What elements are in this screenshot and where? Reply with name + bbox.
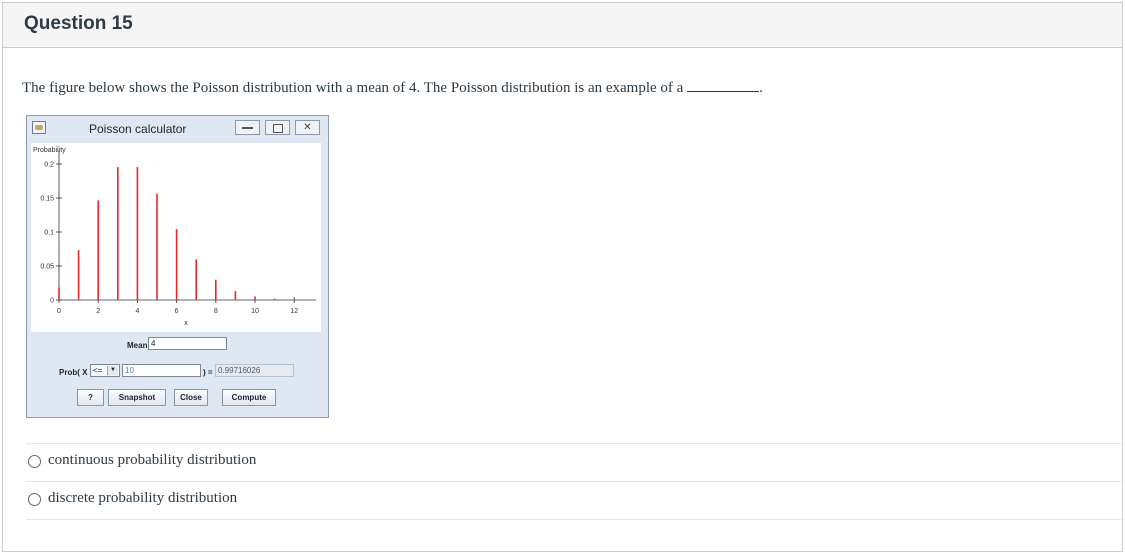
x-tick-label: 8: [214, 308, 218, 315]
compute-button[interactable]: Compute: [222, 389, 276, 406]
question-prompt: The figure below shows the Poisson distr…: [22, 80, 684, 96]
x-axis-label: x: [184, 320, 188, 327]
question-title: Question 15: [24, 13, 133, 34]
chevron-down-icon[interactable]: ▼: [107, 366, 118, 375]
equals-label: ) =: [203, 368, 213, 377]
close-icon[interactable]: ✕: [295, 120, 320, 135]
mean-label: Mean:: [127, 341, 151, 350]
close-button[interactable]: Close: [174, 389, 208, 406]
radio-button[interactable]: [28, 493, 41, 506]
question-header: Question 15: [3, 3, 1122, 48]
x-value-input[interactable]: 10: [122, 364, 201, 377]
window-titlebar[interactable]: Poisson calculator ✕: [27, 116, 328, 141]
operator-value: <=: [93, 366, 103, 375]
java-app-icon: [32, 121, 46, 134]
prob-label: Prob( X: [59, 368, 88, 377]
y-tick-label: 0.2: [44, 162, 54, 169]
minimize-icon[interactable]: [235, 120, 260, 135]
option-continuous[interactable]: continuous probability distribution: [26, 443, 1124, 481]
question-text: The figure below shows the Poisson distr…: [22, 79, 763, 96]
option-divider: [26, 519, 1124, 520]
y-tick-label: 0.1: [44, 230, 54, 237]
y-tick-label: 0.15: [40, 196, 54, 203]
x-tick-label: 10: [251, 308, 259, 315]
x-tick-label: 4: [135, 308, 139, 315]
x-tick-label: 12: [290, 308, 298, 315]
help-button[interactable]: ?: [77, 389, 104, 406]
option-label[interactable]: continuous probability distribution: [48, 452, 256, 469]
poisson-chart: 0.2 0.15 0.1 0.05 00 2 4 6 8 10 12 Probability x: [33, 147, 316, 327]
mean-input[interactable]: 4: [148, 337, 227, 350]
window-title: Poisson calculator: [89, 122, 187, 136]
poisson-plot: 0.2 0.15 0.1 0.05 0 0 2 4 6 8 10 12 Probability x: [31, 143, 321, 332]
answer-blank: [687, 79, 760, 92]
x-tick-label: 6: [175, 308, 179, 315]
maximize-icon[interactable]: [265, 120, 290, 135]
option-discrete[interactable]: discrete probability distribution: [26, 481, 1124, 519]
radio-button[interactable]: [28, 455, 41, 468]
poisson-calculator-window: Poisson calculator ✕ 0.2 0.15 0.1 0.05 0 0 2 4 6…: [26, 115, 329, 418]
option-label[interactable]: discrete probability distribution: [48, 490, 237, 507]
y-tick-label: 0.05: [40, 264, 54, 271]
snapshot-button[interactable]: Snapshot: [108, 389, 166, 406]
operator-select[interactable]: <= ▼: [90, 364, 120, 377]
y-axis-label: Probability: [33, 147, 66, 154]
x-tick-label: 0: [57, 308, 61, 315]
x-tick-label: 2: [96, 308, 100, 315]
probability-result: 0.99716026: [215, 364, 294, 377]
y-tick-label: 0: [50, 298, 54, 305]
